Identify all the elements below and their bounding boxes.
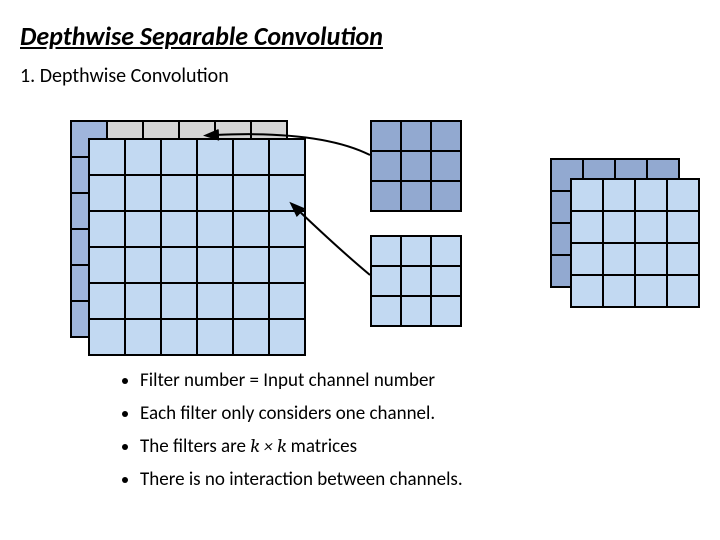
bullet-1: Filter number = Input channel number [140,369,700,392]
bullet-3-math: k × k [250,435,286,457]
page-title: Depthwise Separable Convolution [20,20,700,52]
bullet-4: There is no interaction between channels… [140,468,700,491]
bullet-3: The filters are k × k matrices [140,435,700,458]
section-subtitle: 1. Depthwise Convolution [20,64,700,88]
bullet-list: Filter number = Input channel number Eac… [100,369,700,491]
depthwise-diagram [40,100,680,350]
bullet-3-suffix: matrices [286,435,357,458]
bullet-2: Each filter only considers one channel. [140,402,700,425]
arrow-filter1-to-input [40,100,680,360]
bullet-3-prefix: The filters are [140,435,250,458]
